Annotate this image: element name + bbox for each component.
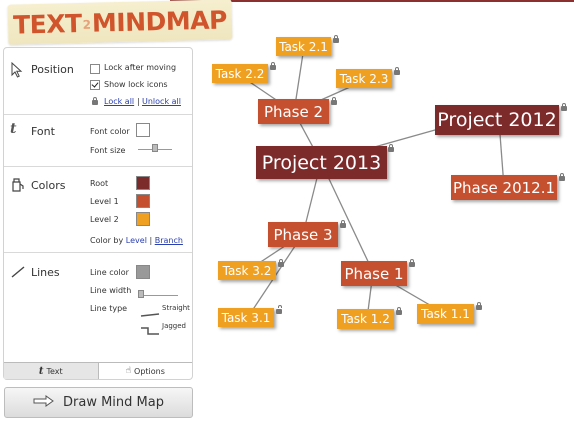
lines-section: Lines Line color Line width Line type St… — [4, 252, 192, 360]
node-task-1-2[interactable]: Task 1.2 — [337, 309, 394, 329]
tab-text-label: Text — [46, 366, 63, 376]
lock-icon-task-1-2[interactable] — [396, 307, 402, 315]
cursor-icon — [10, 61, 26, 78]
font-size-label: Font size — [90, 146, 126, 155]
font-color-label: Font color — [90, 127, 130, 136]
color-by-label: Color by Level | Branch — [90, 236, 183, 245]
lock-icon-task-3-2[interactable] — [278, 259, 284, 267]
color-by-branch-link[interactable]: Branch — [155, 236, 183, 245]
level1-color-label: Level 1 — [90, 197, 119, 206]
draw-mind-map-label: Draw Mind Map — [63, 395, 164, 410]
lock-after-moving-checkbox[interactable] — [90, 64, 100, 74]
lines-title: Lines — [31, 266, 60, 279]
node-phase-2012-1[interactable]: Phase 2012.1 — [451, 175, 557, 200]
level2-color-label: Level 2 — [90, 215, 119, 224]
straight-label: Straight — [162, 304, 190, 312]
colors-title: Colors — [31, 179, 66, 192]
lock-icon-task-2-2[interactable] — [270, 62, 276, 70]
arrow-right-icon — [33, 394, 55, 411]
font-t-icon: t — [10, 121, 17, 137]
lock-icon-phase-2[interactable] — [331, 97, 337, 105]
panel-tabs: t Text ☝ Options — [4, 362, 192, 379]
show-lock-icons-label: Show lock icons — [104, 80, 168, 89]
lock-icon-phase-1[interactable] — [409, 259, 415, 267]
mindmap-canvas[interactable]: Project 2013 Project 2012 Phase 2 Phase … — [195, 2, 574, 421]
lock-icon-phase-2012-1[interactable] — [559, 173, 565, 181]
colors-section: Colors Root Level 1 Level 2 Color by Lev… — [4, 166, 192, 253]
node-task-2-3[interactable]: Task 2.3 — [336, 69, 392, 88]
font-size-slider-thumb[interactable] — [152, 144, 158, 152]
node-task-3-2[interactable]: Task 3.2 — [218, 261, 276, 280]
node-task-1-1[interactable]: Task 1.1 — [417, 304, 474, 324]
node-task-2-2[interactable]: Task 2.2 — [212, 64, 268, 83]
node-task-3-1[interactable]: Task 3.1 — [218, 308, 274, 327]
position-title: Position — [31, 63, 74, 76]
node-project-2012[interactable]: Project 2012 — [435, 105, 559, 135]
text-t-icon: t — [38, 365, 44, 377]
line-color-swatch[interactable] — [136, 265, 150, 279]
line-width-slider[interactable] — [138, 290, 178, 298]
root-color-label: Root — [90, 179, 109, 188]
lock-icon-project-2012[interactable] — [561, 103, 567, 111]
options-icon: ☝ — [125, 366, 132, 376]
lock-icon-phase-3[interactable] — [340, 220, 346, 228]
unlock-icon-task-3-1[interactable] — [276, 305, 282, 314]
root-color-swatch[interactable] — [136, 176, 150, 190]
tab-options[interactable]: ☝ Options — [99, 363, 193, 379]
line-color-label: Line color — [90, 268, 129, 277]
line-icon — [10, 264, 26, 280]
font-section: t Font Font color Font size — [4, 114, 192, 167]
level2-color-swatch[interactable] — [136, 212, 150, 226]
lock-separator: | — [137, 97, 140, 106]
node-phase-3[interactable]: Phase 3 — [268, 222, 338, 247]
show-lock-icons-checkbox[interactable] — [90, 80, 100, 90]
lock-icon-task-2-3[interactable] — [394, 67, 400, 75]
node-project-2013[interactable]: Project 2013 — [256, 146, 387, 179]
lock-icon — [92, 97, 98, 105]
level1-color-swatch[interactable] — [136, 194, 150, 208]
unlock-all-link[interactable]: Unlock all — [142, 97, 181, 106]
color-by-level-link[interactable]: Level — [126, 236, 147, 245]
node-task-2-1[interactable]: Task 2.1 — [276, 37, 331, 56]
font-color-swatch[interactable] — [136, 123, 150, 137]
line-width-slider-thumb[interactable] — [138, 290, 144, 298]
line-width-label: Line width — [90, 286, 132, 295]
lock-all-link[interactable]: Lock all — [104, 97, 134, 106]
tab-options-label: Options — [134, 366, 165, 376]
position-section: Position Lock after moving Show lock ico… — [4, 48, 192, 115]
tab-text[interactable]: t Text — [4, 363, 99, 379]
lock-after-moving-label: Lock after moving — [104, 63, 177, 72]
text2mindmap-app: TEXT 2 MINDMAP Position Lock after moving … — [0, 0, 574, 421]
lock-icon-project-2013[interactable] — [388, 144, 394, 152]
options-panel: Position Lock after moving Show lock ico… — [3, 47, 193, 380]
node-phase-2[interactable]: Phase 2 — [258, 99, 329, 124]
paint-bucket-icon — [10, 177, 26, 193]
lock-icon-task-1-1[interactable] — [476, 302, 482, 310]
jagged-label: Jagged — [162, 322, 186, 330]
lock-icon-task-2-1[interactable] — [333, 35, 339, 43]
line-type-label: Line type — [90, 304, 128, 313]
draw-mind-map-button[interactable]: Draw Mind Map — [4, 387, 193, 418]
jagged-line-icon[interactable] — [140, 321, 160, 340]
font-title: Font — [31, 125, 55, 138]
font-size-slider[interactable] — [138, 144, 172, 152]
node-phase-1[interactable]: Phase 1 — [341, 261, 407, 286]
